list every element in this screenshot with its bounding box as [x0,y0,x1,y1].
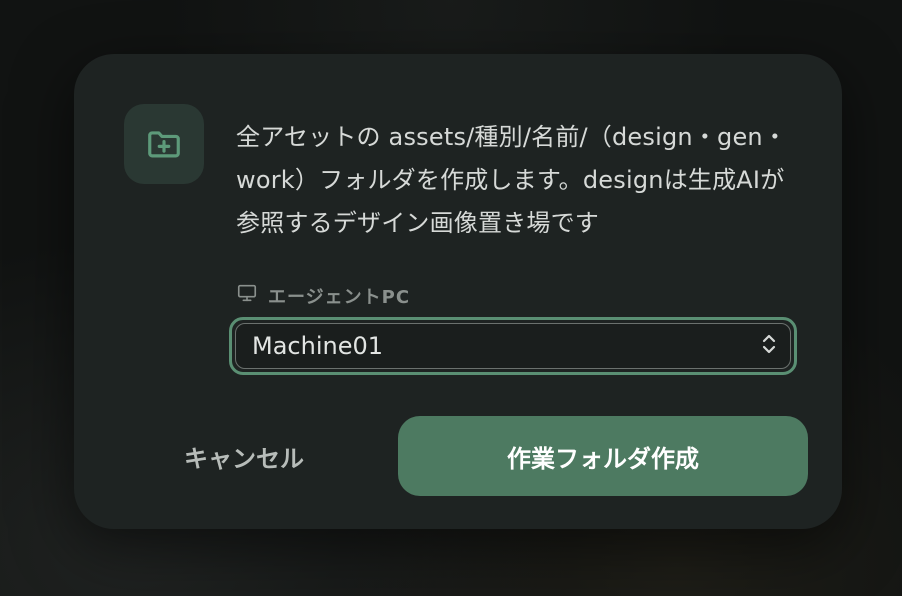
agent-pc-label-text: エージェントPC [268,286,411,308]
dialog-message: 全アセットの assets/種別/名前/（design・gen・work）フォル… [236,123,788,237]
agent-pc-label: エージェントPC [236,282,410,309]
monitor-icon [236,282,258,309]
create-folder-dialog: 全アセットの assets/種別/名前/（design・gen・work）フォル… [74,54,842,529]
folder-plus-icon [124,104,204,184]
agent-pc-select-focus-ring: Machine01 [229,317,797,375]
agent-pc-select[interactable]: Machine01 [235,323,791,369]
chevron-up-down-icon [760,332,778,360]
agent-pc-select-value: Machine01 [252,332,384,360]
cancel-button[interactable]: キャンセル [174,434,314,478]
create-work-folder-button[interactable]: 作業フォルダ作成 [398,416,808,496]
